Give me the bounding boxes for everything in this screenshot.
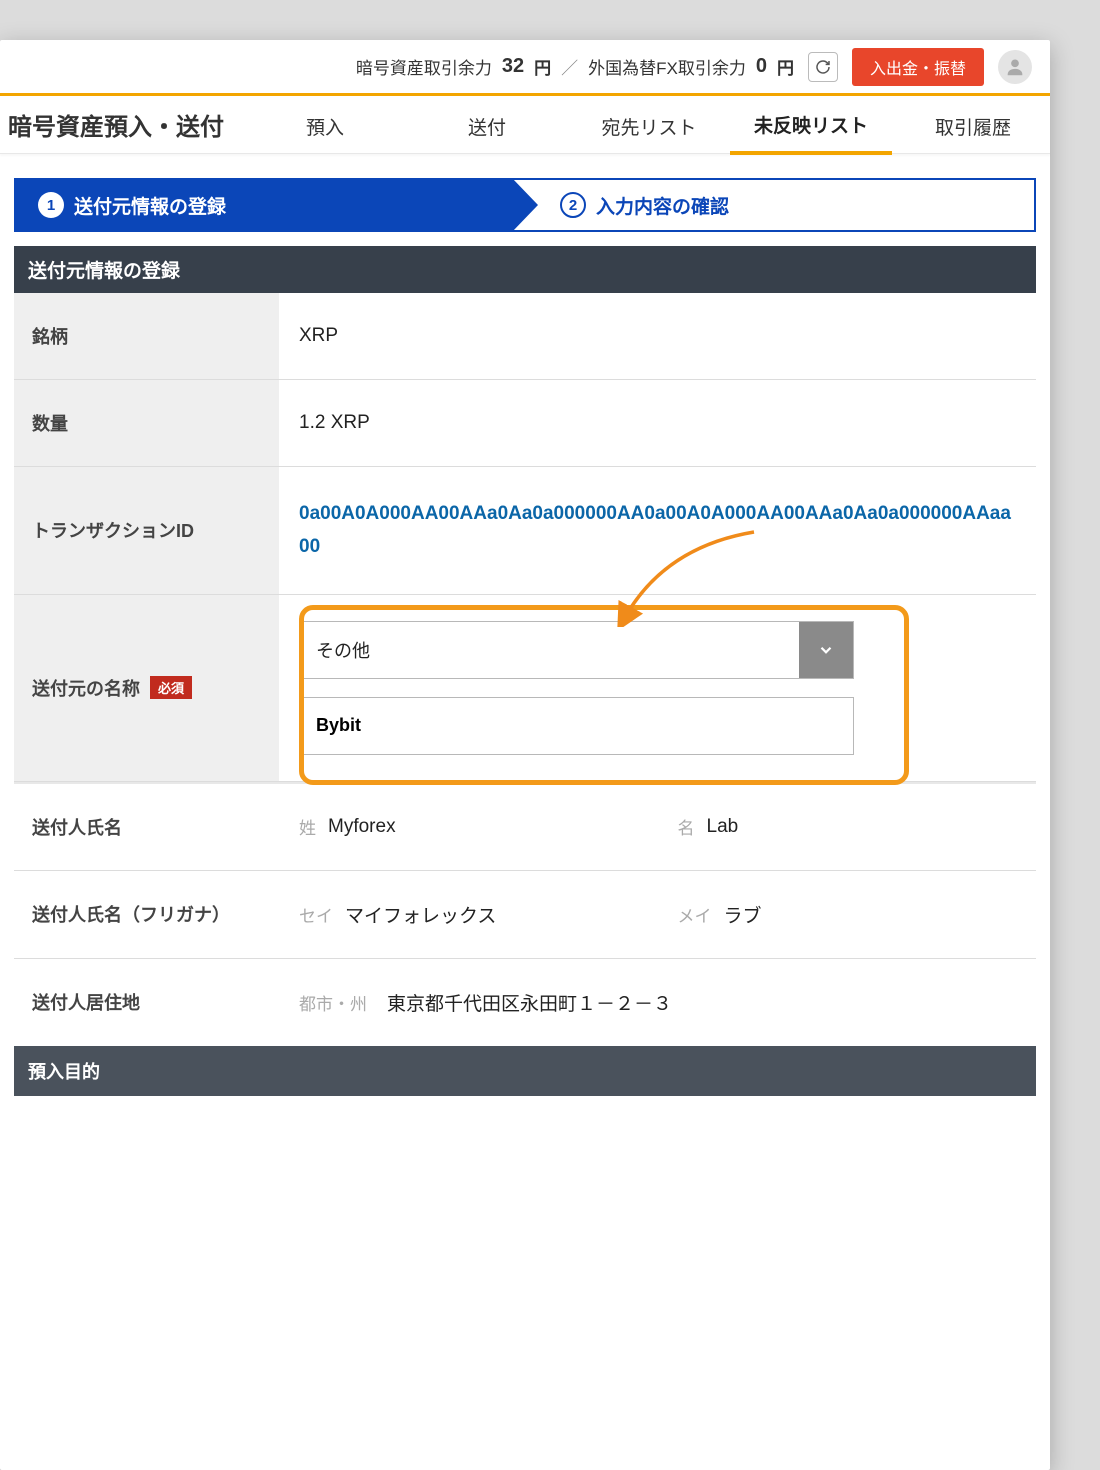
sei-kana-value: マイフォレックス	[345, 901, 496, 928]
row-symbol: 銘柄 XRP	[14, 293, 1036, 380]
label-person-name: 送付人氏名	[14, 784, 279, 870]
row-residence: 送付人居住地 都市・州 東京都千代田区永田町１－２－３	[14, 959, 1036, 1046]
chevron-down-icon	[799, 622, 853, 678]
sender-name-select-value: その他	[316, 637, 370, 663]
required-badge: 必須	[150, 676, 192, 699]
wizard-step-1: 1 送付元情報の登録	[16, 180, 512, 230]
wizard-step2-label: 入力内容の確認	[596, 192, 729, 219]
label-residence: 送付人居住地	[14, 959, 279, 1046]
tab-row: 暗号資産預入・送付 預入 送付 宛先リスト 未反映リスト 取引履歴	[0, 96, 1050, 154]
sei-value: Myforex	[328, 816, 396, 838]
page-title: 暗号資産預入・送付	[8, 107, 244, 142]
mei-label: 名	[678, 814, 695, 839]
value-person-kana: セイ マイフォレックス メイ ラブ	[279, 871, 1036, 958]
sender-name-label-text: 送付元の名称	[32, 675, 140, 701]
tab-send[interactable]: 送付	[406, 97, 568, 153]
value-residence: 都市・州 東京都千代田区永田町１－２－３	[279, 959, 1036, 1046]
row-person-kana: 送付人氏名（フリガナ） セイ マイフォレックス メイ ラブ	[14, 871, 1036, 959]
wizard: 1 送付元情報の登録 2 入力内容の確認	[14, 178, 1036, 232]
crypto-balance-unit: 円	[534, 54, 551, 79]
tab-address-list[interactable]: 宛先リスト	[568, 97, 730, 153]
label-symbol: 銘柄	[14, 293, 279, 379]
section-title: 送付元情報の登録	[14, 246, 1036, 293]
label-person-kana: 送付人氏名（フリガナ）	[14, 871, 279, 958]
residence-sub-label: 都市・州	[299, 990, 367, 1015]
tab-pending-list[interactable]: 未反映リスト	[730, 95, 892, 155]
txid-link[interactable]: 0a00A0A000AA00AAa0Aa0a000000AA0a00A0A000…	[299, 497, 1016, 564]
sei-label: 姓	[299, 814, 316, 839]
sender-name-input[interactable]	[299, 697, 854, 755]
row-person-name: 送付人氏名 姓 Myforex 名 Lab	[14, 782, 1036, 871]
balance-info: 暗号資産取引余力 32 円 ／ 外国為替FX取引余力 0 円	[356, 54, 794, 79]
value-person-name: 姓 Myforex 名 Lab	[279, 784, 1036, 870]
sei-kana-label: セイ	[299, 902, 333, 927]
value-amount: 1.2 XRP	[279, 380, 1036, 466]
content: 1 送付元情報の登録 2 入力内容の確認 送付元情報の登録 銘柄 XRP 数量 …	[0, 154, 1050, 1096]
value-symbol: XRP	[279, 293, 1036, 379]
separator: ／	[561, 54, 578, 79]
refresh-button[interactable]	[808, 52, 838, 82]
avatar[interactable]	[998, 50, 1032, 84]
topbar: 暗号資産取引余力 32 円 ／ 外国為替FX取引余力 0 円 入出金・振替	[0, 40, 1050, 96]
fx-balance-unit: 円	[777, 54, 794, 79]
mei-kana-value: ラブ	[724, 901, 762, 928]
label-amount: 数量	[14, 380, 279, 466]
row-sender-name: 送付元の名称 必須 その他	[14, 595, 1036, 782]
mei-kana-label: メイ	[678, 902, 712, 927]
sub-section-title: 預入目的	[14, 1046, 1036, 1096]
crypto-balance-label: 暗号資産取引余力	[356, 54, 492, 79]
wizard-step1-label: 送付元情報の登録	[74, 192, 226, 219]
refresh-icon	[815, 59, 831, 75]
crypto-balance-value: 32	[502, 55, 524, 78]
mei-value: Lab	[707, 816, 739, 838]
tab-history[interactable]: 取引履歴	[892, 97, 1054, 153]
row-amount: 数量 1.2 XRP	[14, 380, 1036, 467]
wizard-step-2: 2 入力内容の確認	[512, 180, 1034, 230]
label-txid: トランザクションID	[14, 467, 279, 594]
row-txid: トランザクションID 0a00A0A000AA00AAa0Aa0a000000A…	[14, 467, 1036, 595]
user-icon	[1004, 56, 1026, 78]
fx-balance-label: 外国為替FX取引余力	[588, 54, 746, 79]
app-window: 暗号資産取引余力 32 円 ／ 外国為替FX取引余力 0 円 入出金・振替 暗号…	[0, 40, 1050, 1470]
label-sender-name: 送付元の名称 必須	[14, 595, 279, 781]
fx-balance-value: 0	[756, 55, 767, 78]
step-number-1: 1	[38, 192, 64, 218]
value-sender-name: その他	[279, 595, 1036, 781]
residence-value: 東京都千代田区永田町１－２－３	[387, 989, 672, 1016]
step-number-2: 2	[560, 192, 586, 218]
tab-deposit[interactable]: 預入	[244, 97, 406, 153]
deposit-transfer-button[interactable]: 入出金・振替	[852, 48, 984, 86]
value-txid: 0a00A0A000AA00AAa0Aa0a000000AA0a00A0A000…	[279, 467, 1036, 594]
sender-name-select[interactable]: その他	[299, 621, 854, 679]
